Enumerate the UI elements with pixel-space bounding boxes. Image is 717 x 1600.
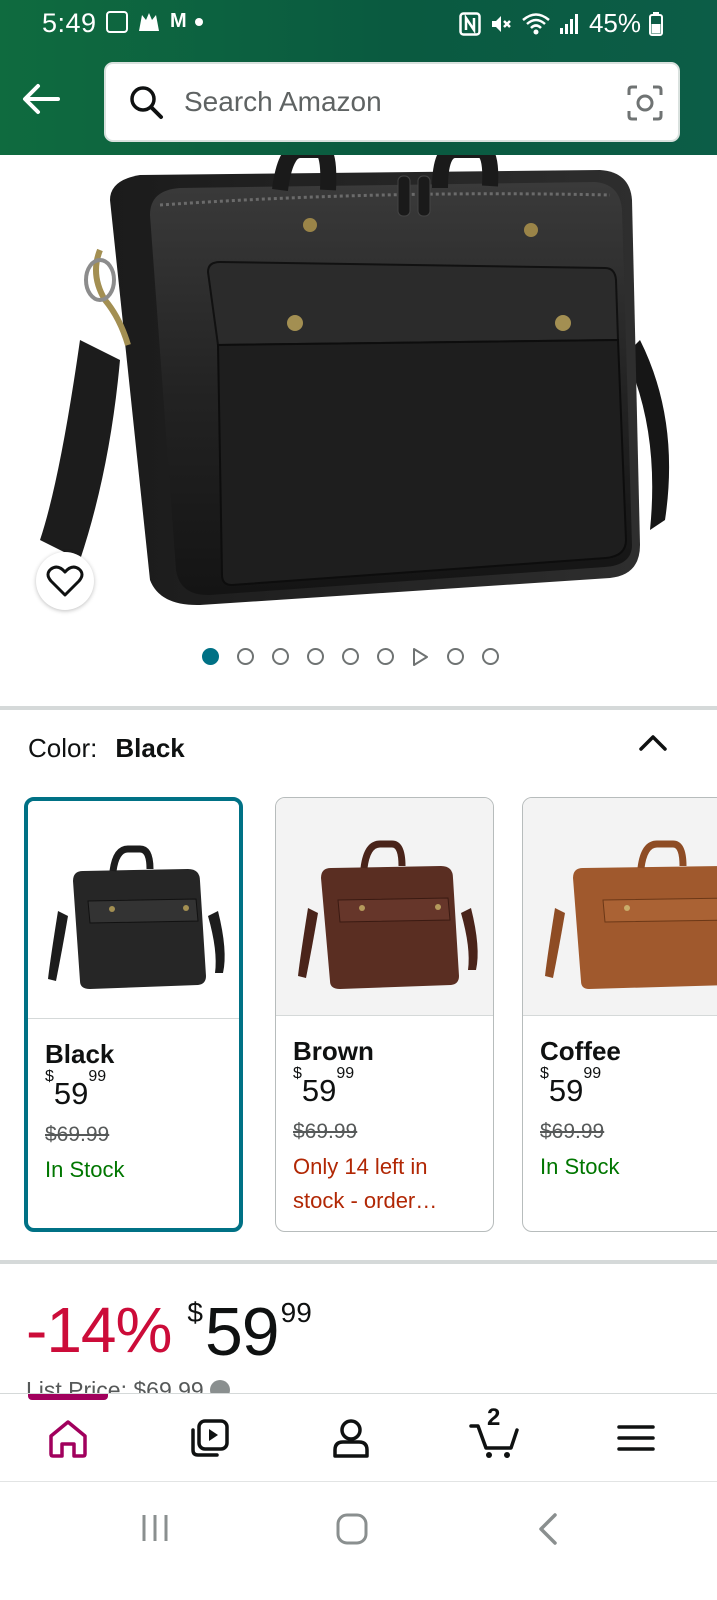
more-notifications-icon — [194, 17, 203, 26]
color-option-black[interactable]: Black $5999 $69.99 In Stock — [24, 797, 243, 1232]
battery-icon — [649, 11, 663, 36]
battery-percent: 45% — [588, 8, 641, 38]
menu-icon — [617, 1425, 655, 1451]
image-pager — [0, 648, 709, 666]
home-system-icon[interactable] — [335, 1512, 369, 1546]
video-play-icon[interactable] — [412, 648, 429, 666]
pager-dot[interactable] — [447, 648, 464, 665]
discount-percent: -14% — [26, 1294, 172, 1366]
color-option-image — [276, 798, 493, 1016]
gallery-notification-icon — [106, 10, 128, 33]
color-option-name: Black — [45, 1039, 115, 1069]
section-divider — [0, 1260, 717, 1264]
color-option-image — [28, 801, 239, 1019]
mute-icon — [491, 15, 511, 32]
status-system-icons: 45% — [459, 8, 663, 39]
color-option-price: $5999 — [540, 1064, 602, 1108]
cart-icon — [469, 1424, 519, 1458]
color-option-brown[interactable]: Brown $5999 $69.99 Only 14 left in stock… — [275, 797, 494, 1232]
arrow-left-icon — [23, 84, 60, 114]
color-option-coffee[interactable]: Coffee $5999 $69.99 In Stock — [522, 797, 717, 1232]
color-option-availability: Only 14 left in stock - order… — [293, 1154, 438, 1213]
nav-cart[interactable] — [469, 1416, 521, 1460]
color-option-name: Brown — [293, 1036, 374, 1066]
app-header: 5:49 M 45% Search Amazon — [0, 0, 717, 155]
nfc-icon — [459, 11, 481, 36]
gmail-notification-icon: M — [170, 10, 187, 32]
price-currency: $ — [187, 1297, 203, 1328]
status-notification-icons: M — [106, 10, 203, 33]
search-icon — [130, 86, 163, 119]
home-icon — [49, 1420, 87, 1458]
color-option-availability: In Stock — [540, 1154, 620, 1179]
price-fraction: 99 — [280, 1297, 312, 1328]
pager-dot[interactable] — [482, 648, 499, 665]
color-option-price: $5999 — [45, 1067, 107, 1111]
briefcase-black-image — [48, 845, 225, 989]
inspire-icon — [191, 1419, 229, 1457]
nav-inspire[interactable] — [187, 1416, 231, 1460]
nav-home[interactable] — [46, 1416, 90, 1460]
back-system-icon[interactable] — [535, 1512, 561, 1546]
color-option-list-price: $69.99 — [293, 1120, 358, 1143]
chevron-up-icon — [639, 735, 667, 751]
pager-dot[interactable] — [202, 648, 219, 665]
wifi-icon — [522, 12, 550, 34]
search-bar[interactable]: Search Amazon — [104, 62, 680, 142]
game-notification-icon — [139, 12, 159, 31]
color-option-availability: In Stock — [45, 1157, 125, 1182]
briefcase-image — [40, 155, 670, 606]
wishlist-button[interactable] — [36, 552, 94, 610]
pager-dot[interactable] — [237, 648, 254, 665]
pager-dot[interactable] — [307, 648, 324, 665]
pager-dot[interactable] — [342, 648, 359, 665]
status-bar: 5:49 M 45% — [0, 0, 717, 48]
color-option-image — [523, 798, 717, 1016]
back-button[interactable] — [18, 74, 68, 124]
signal-icon — [559, 13, 578, 34]
nav-account[interactable] — [329, 1416, 373, 1460]
color-label: Color: — [28, 733, 98, 763]
color-option-list-price: $69.99 — [45, 1123, 110, 1146]
recent-apps-icon[interactable] — [140, 1512, 170, 1544]
search-placeholder: Search Amazon — [184, 86, 382, 117]
heart-icon — [46, 565, 84, 597]
camera-search-icon[interactable] — [626, 84, 664, 122]
pager-dot[interactable] — [377, 648, 394, 665]
section-divider — [0, 706, 717, 710]
color-selector-header: Color: Black — [28, 733, 185, 764]
collapse-colors-button[interactable] — [636, 727, 670, 762]
briefcase-brown-image — [298, 840, 478, 989]
color-option-name: Coffee — [540, 1036, 621, 1066]
active-tab-indicator — [28, 1394, 108, 1400]
price-whole: 59 — [204, 1294, 280, 1370]
selected-color: Black — [115, 733, 185, 763]
pager-dot[interactable] — [272, 648, 289, 665]
deal-price: -14% $ 59 99 — [26, 1293, 312, 1371]
account-icon — [333, 1419, 369, 1458]
nav-menu[interactable] — [614, 1416, 658, 1460]
briefcase-coffee-image — [545, 840, 717, 989]
product-image[interactable] — [0, 155, 717, 695]
color-option-price: $5999 — [293, 1064, 355, 1108]
status-time: 5:49 — [42, 8, 97, 38]
bottom-nav: 2 — [0, 1393, 717, 1481]
color-option-list-price: $69.99 — [540, 1120, 605, 1143]
system-nav-bar — [0, 1481, 717, 1600]
